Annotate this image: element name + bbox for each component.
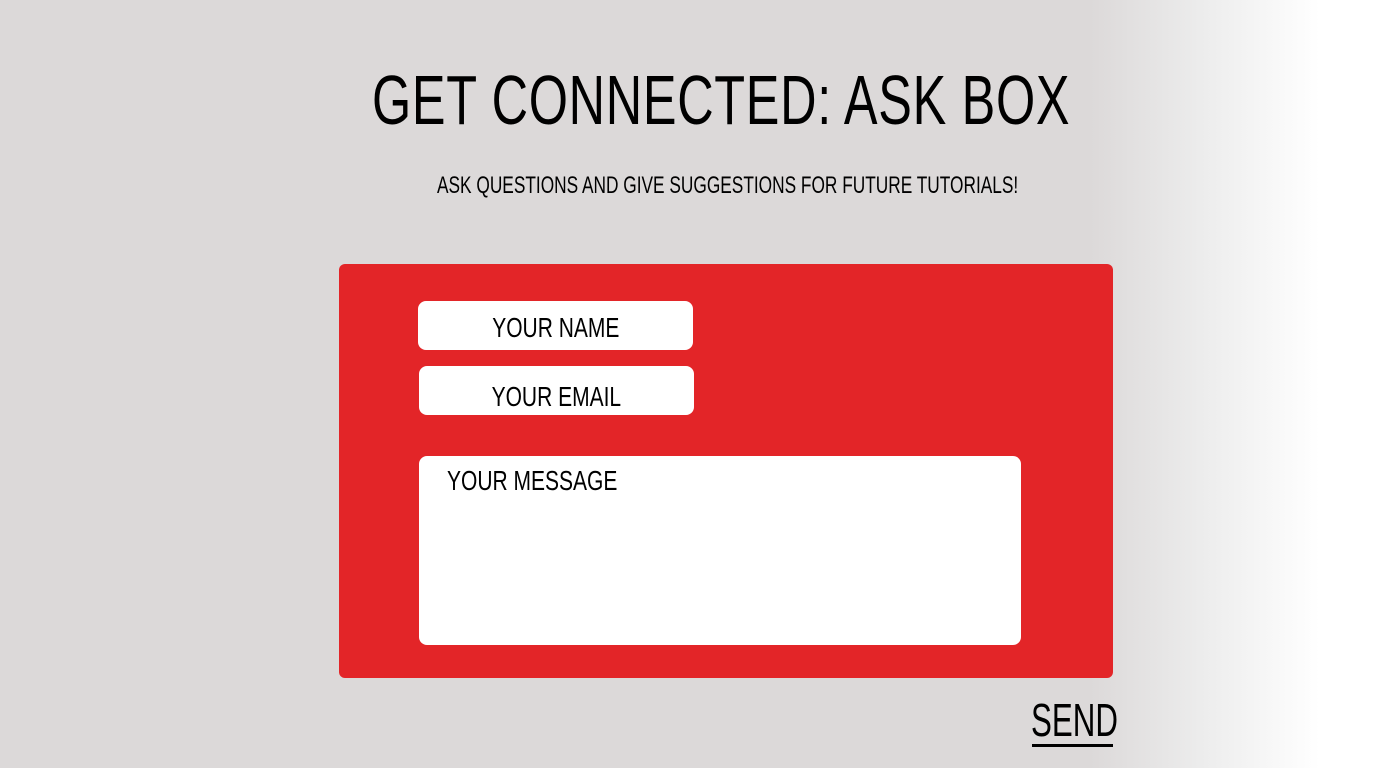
send-underline bbox=[1032, 744, 1113, 747]
email-field-placeholder: Your Email bbox=[491, 381, 622, 412]
message-field-placeholder: Your Message bbox=[447, 465, 618, 496]
message-field[interactable]: Your Message bbox=[419, 456, 1021, 645]
send-button-label: Send bbox=[1031, 694, 1118, 746]
name-field-placeholder: Your Name bbox=[491, 312, 620, 343]
name-field[interactable]: Your Name bbox=[418, 301, 693, 350]
page-title: Get Connected: Ask Box bbox=[372, 61, 1071, 139]
send-button[interactable]: Send bbox=[1031, 694, 1159, 746]
ask-box-form: Your Name Your Email Your Message bbox=[339, 264, 1113, 678]
email-field[interactable]: Your Email bbox=[419, 366, 694, 415]
page-subtitle: Ask questions and give suggestions for f… bbox=[437, 172, 1019, 199]
